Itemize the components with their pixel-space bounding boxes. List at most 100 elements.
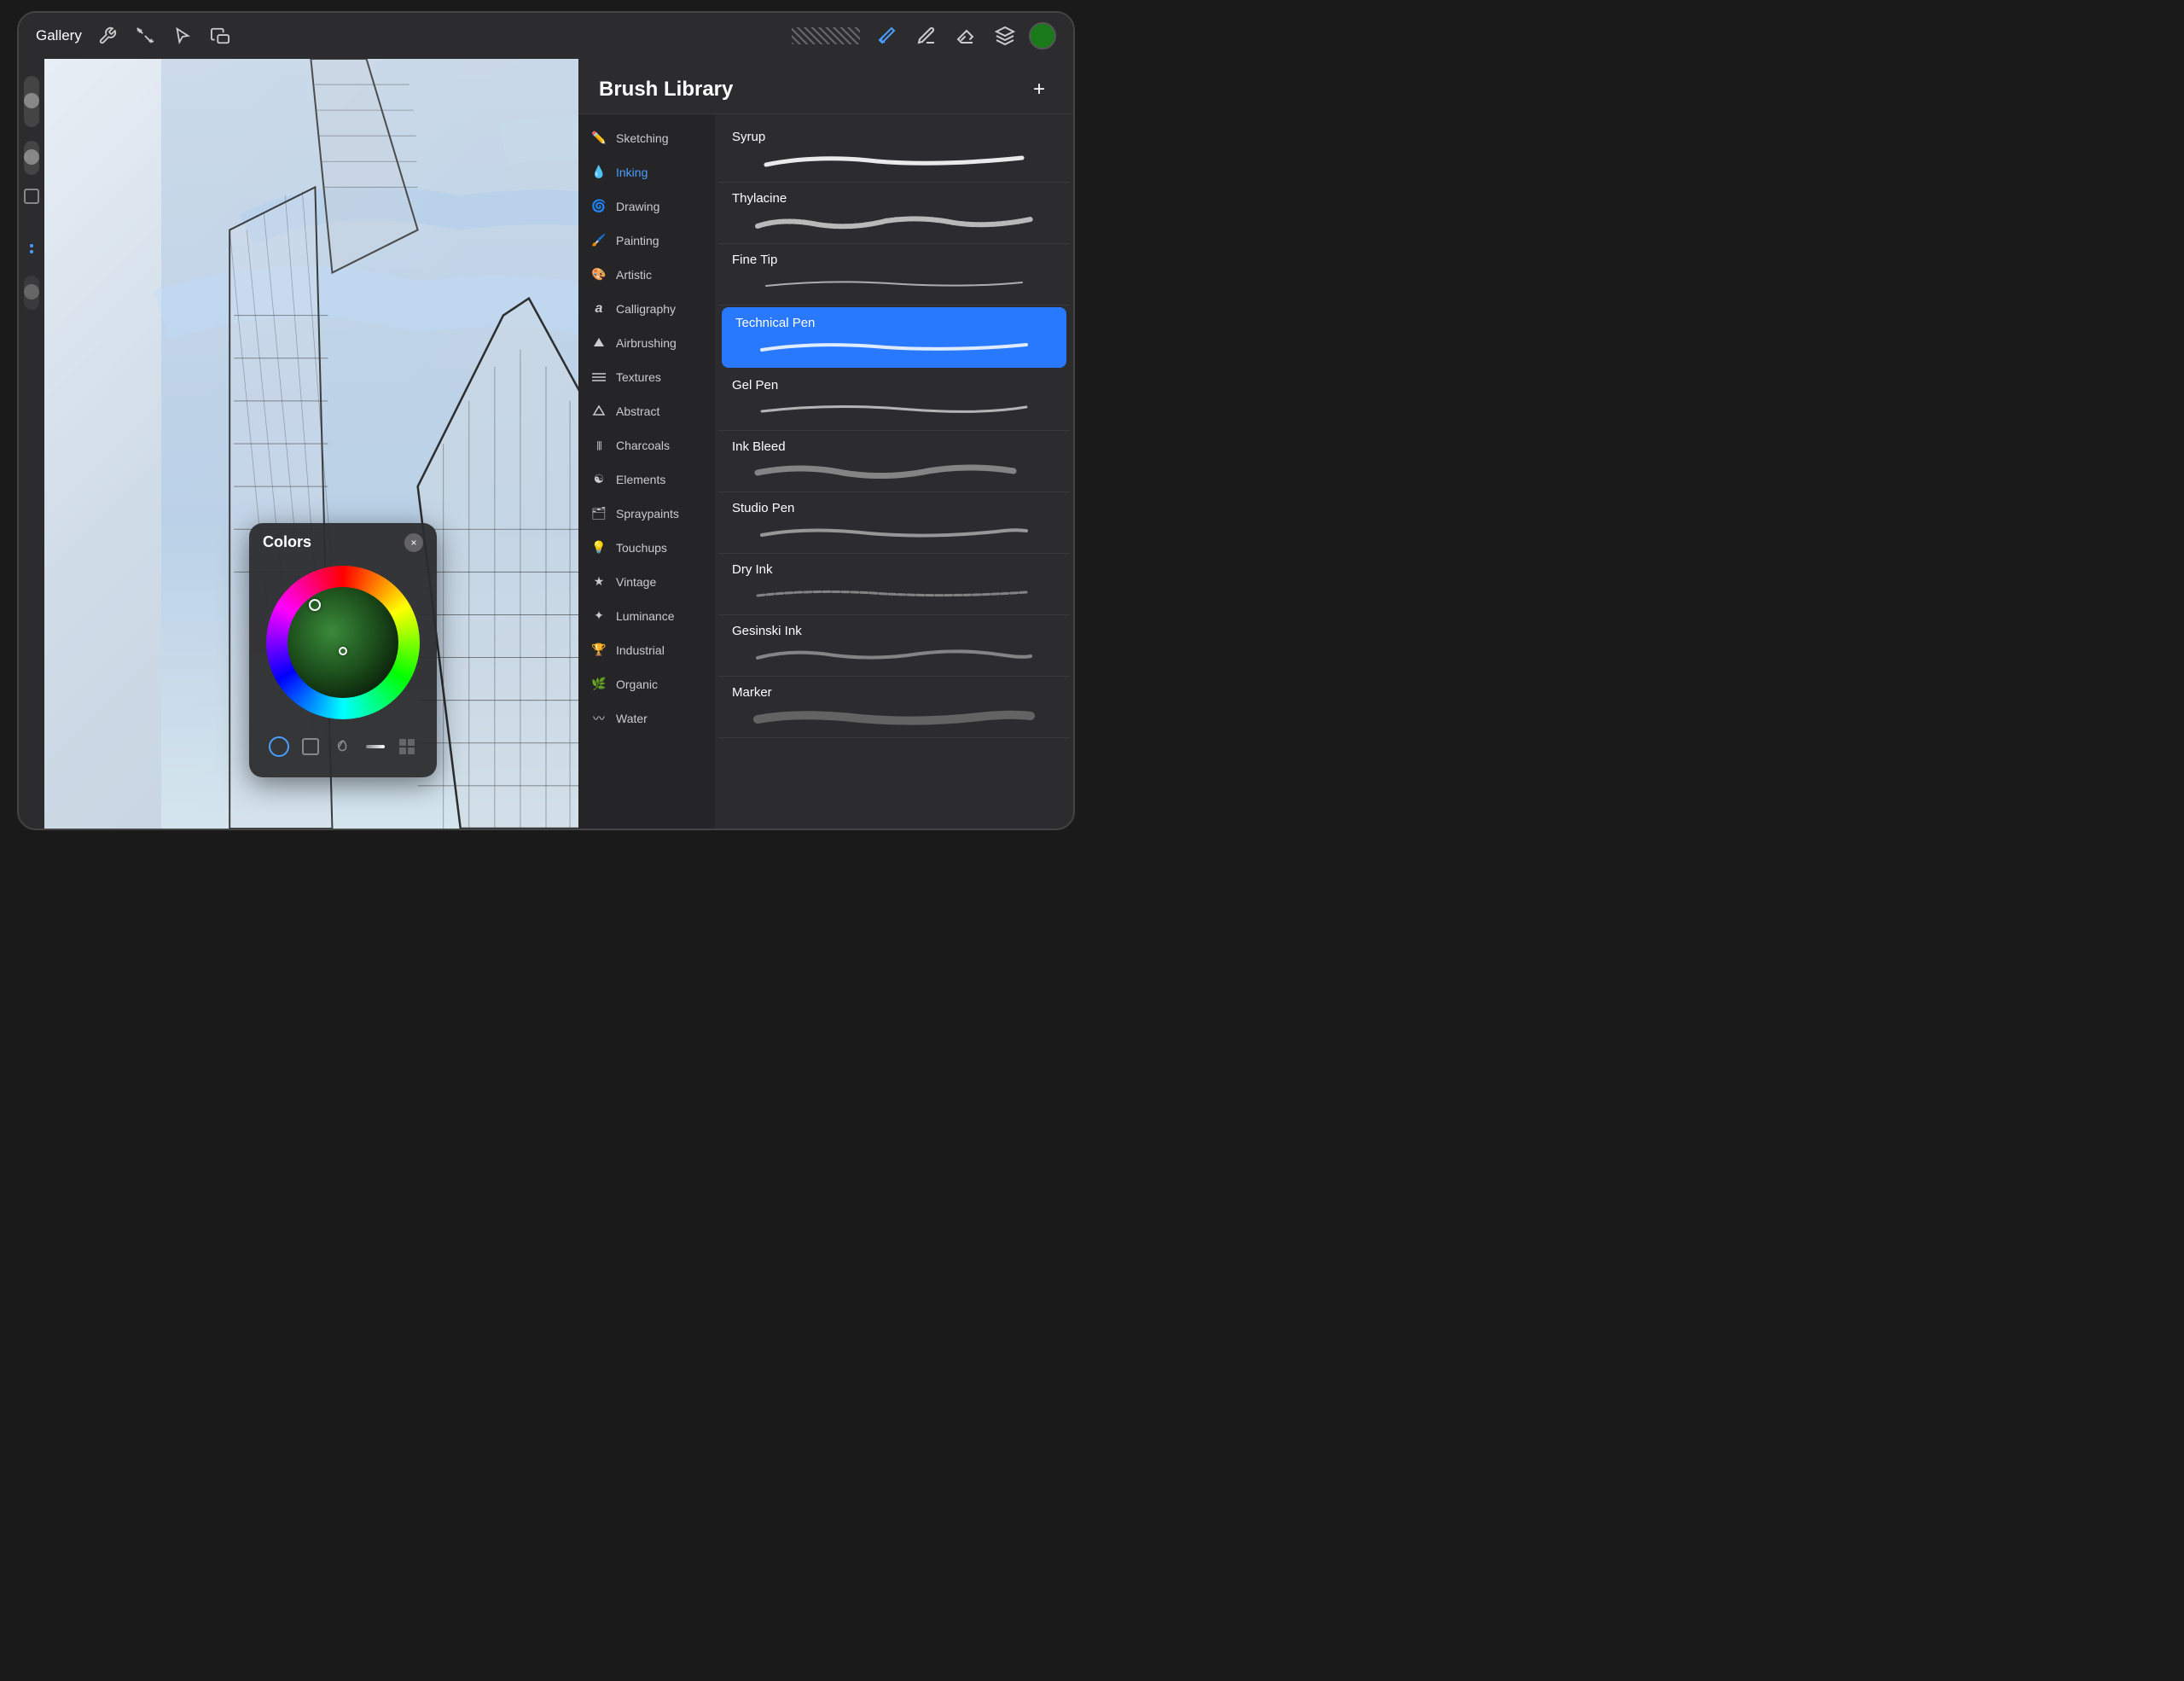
brush-fine-tip[interactable]: Fine Tip: [718, 244, 1070, 305]
spraypaints-icon: 🗂: [590, 505, 607, 522]
color-tab-square[interactable]: [297, 733, 324, 760]
smudge-tool-button[interactable]: [911, 20, 942, 51]
category-elements[interactable]: ☯ Elements: [578, 462, 715, 497]
brush-categories: ✏️ Sketching 💧 Inking 🌀 Drawing 🖌️ Paint…: [578, 114, 715, 829]
top-bar: Gallery: [19, 13, 1073, 59]
magic-wand-icon[interactable]: [133, 24, 157, 48]
marker-preview: [732, 705, 1056, 729]
colors-title: Colors: [263, 533, 311, 551]
brush-gesinski-ink[interactable]: Gesinski Ink: [718, 615, 1070, 677]
water-icon: 〰: [590, 710, 607, 727]
syrup-preview: [732, 149, 1056, 173]
fine-tip-preview: [732, 272, 1056, 296]
dry-ink-preview: [732, 582, 1056, 606]
brush-library-content: ✏️ Sketching 💧 Inking 🌀 Drawing 🖌️ Paint…: [578, 114, 1073, 829]
brush-gel-pen[interactable]: Gel Pen: [718, 369, 1070, 431]
brush-dry-ink[interactable]: Dry Ink: [718, 554, 1070, 615]
brush-marker[interactable]: Marker: [718, 677, 1070, 738]
category-spraypaints[interactable]: 🗂 Spraypaints: [578, 497, 715, 531]
painting-icon: 🖌️: [590, 232, 607, 249]
ink-bleed-preview: [732, 459, 1056, 483]
gallery-button[interactable]: Gallery: [36, 27, 82, 44]
left-sidebar: [19, 59, 44, 829]
category-artistic[interactable]: 🎨 Artistic: [578, 258, 715, 292]
selection-icon[interactable]: [171, 24, 195, 48]
toolbar-left: Gallery: [36, 24, 232, 48]
wrench-icon[interactable]: [96, 24, 119, 48]
brush-syrup[interactable]: Syrup: [718, 121, 1070, 183]
industrial-icon: 🏆: [590, 642, 607, 659]
brush-thylacine[interactable]: Thylacine: [718, 183, 1070, 244]
brush-library-title: Brush Library: [599, 78, 733, 102]
touchups-icon: 💡: [590, 539, 607, 556]
layers-button[interactable]: [990, 20, 1020, 51]
vintage-icon: ★: [590, 573, 607, 590]
inking-icon: 💧: [590, 164, 607, 181]
pattern-indicator: [792, 27, 860, 44]
drawing-icon: 🌀: [590, 198, 607, 215]
abstract-icon: [590, 403, 607, 420]
color-tab-disc[interactable]: [265, 733, 293, 760]
category-textures[interactable]: Textures: [578, 360, 715, 394]
eraser-tool-button[interactable]: [950, 20, 981, 51]
brush-tool-button[interactable]: [872, 20, 903, 51]
category-luminance[interactable]: ✦ Luminance: [578, 599, 715, 633]
colors-panel-header: Colors ×: [249, 523, 437, 559]
opacity-slider[interactable]: [24, 141, 39, 175]
expand-handle[interactable]: [28, 236, 35, 262]
studio-pen-preview: [732, 521, 1056, 544]
brush-library-header: Brush Library +: [578, 59, 1073, 114]
color-wheel[interactable]: [266, 566, 420, 719]
toolbar-right: [792, 20, 1056, 51]
thylacine-preview: [732, 211, 1056, 235]
category-sketching[interactable]: ✏️ Sketching: [578, 121, 715, 155]
gradient-icon: [366, 742, 385, 751]
technical-pen-preview: [735, 335, 1053, 359]
airbrushing-icon: [590, 334, 607, 352]
category-touchups[interactable]: 💡 Touchups: [578, 531, 715, 565]
color-wheel-container[interactable]: [249, 559, 437, 726]
calligraphy-icon: a: [590, 300, 607, 317]
category-water[interactable]: 〰 Water: [578, 701, 715, 736]
category-charcoals[interactable]: ||| Charcoals: [578, 428, 715, 462]
square-icon: [302, 738, 319, 755]
palette-grid-icon: [398, 737, 416, 756]
transform-icon[interactable]: [208, 24, 232, 48]
category-inking[interactable]: 💧 Inking: [578, 155, 715, 189]
undo-button[interactable]: [24, 189, 39, 204]
color-tab-harmony[interactable]: [329, 733, 357, 760]
category-drawing[interactable]: 🌀 Drawing: [578, 189, 715, 224]
category-painting[interactable]: 🖌️ Painting: [578, 224, 715, 258]
color-tab-palette[interactable]: [393, 733, 421, 760]
category-industrial[interactable]: 🏆 Industrial: [578, 633, 715, 667]
harmony-icon: [334, 737, 352, 756]
brush-library-panel: Brush Library + ✏️ Sketching 💧 Inking 🌀 …: [578, 59, 1073, 829]
category-organic[interactable]: 🌿 Organic: [578, 667, 715, 701]
charcoals-icon: |||: [590, 437, 607, 454]
textures-icon: [590, 369, 607, 386]
colors-panel: Colors ×: [249, 523, 437, 777]
elements-icon: ☯: [590, 471, 607, 488]
color-swatch[interactable]: [1029, 22, 1056, 49]
brush-size-slider[interactable]: [24, 76, 39, 127]
color-wheel-inner[interactable]: [288, 587, 398, 698]
category-vintage[interactable]: ★ Vintage: [578, 565, 715, 599]
color-picker-cursor-inner: [339, 647, 347, 655]
category-airbrushing[interactable]: Airbrushing: [578, 326, 715, 360]
brush-list: Syrup Thylacine: [715, 114, 1073, 829]
luminance-icon: ✦: [590, 608, 607, 625]
organic-icon: 🌿: [590, 676, 607, 693]
color-tab-gradient[interactable]: [362, 733, 389, 760]
category-abstract[interactable]: Abstract: [578, 394, 715, 428]
brush-ink-bleed[interactable]: Ink Bleed: [718, 431, 1070, 492]
artistic-icon: 🎨: [590, 266, 607, 283]
secondary-slider[interactable]: [24, 276, 39, 310]
disc-icon: [269, 736, 289, 757]
category-calligraphy[interactable]: a Calligraphy: [578, 292, 715, 326]
brush-technical-pen[interactable]: Technical Pen: [722, 307, 1066, 368]
add-brush-button[interactable]: +: [1025, 76, 1053, 103]
colors-close-button[interactable]: ×: [404, 533, 423, 552]
brush-studio-pen[interactable]: Studio Pen: [718, 492, 1070, 554]
sketching-icon: ✏️: [590, 130, 607, 147]
device-frame: Gallery: [17, 11, 1075, 830]
